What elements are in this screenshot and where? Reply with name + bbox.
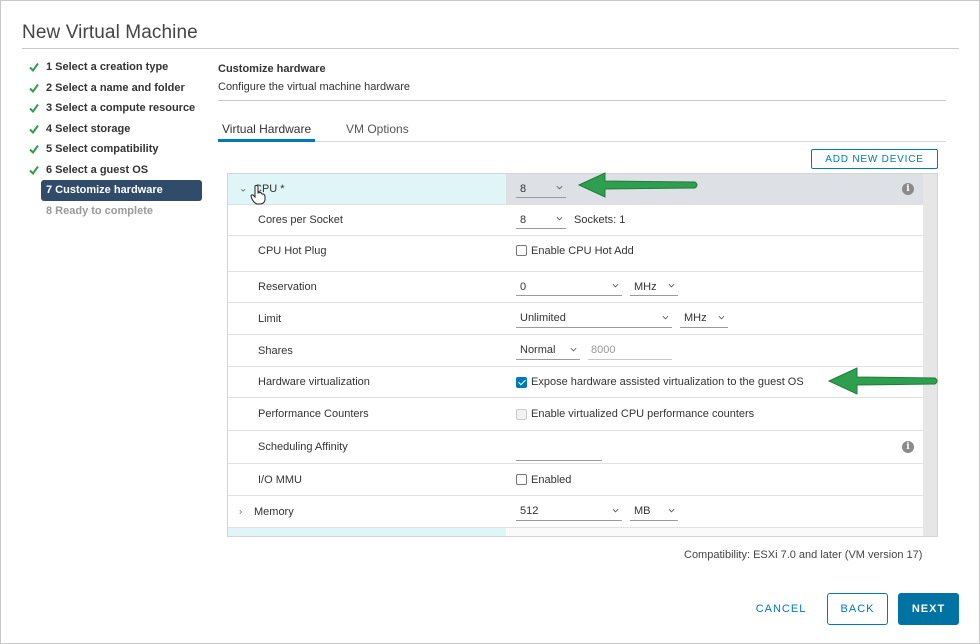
row-shares: Shares Normal 8000 (228, 335, 924, 367)
chevron-down-icon[interactable]: ⌄ (239, 184, 247, 195)
io-mmu-checkbox[interactable] (516, 474, 527, 485)
content-title: Customize hardware (218, 63, 326, 75)
sockets-readout: Sockets: 1 (574, 214, 626, 226)
step-label: 6 Select a guest OS (46, 163, 149, 176)
row-hardware-virtualization: Hardware virtualization Expose hardware … (228, 367, 924, 398)
hardware-grid: ⌄ CPU * 8 i Cores per Socket 8 Sockets: … (227, 173, 938, 537)
row-cores-per-socket: Cores per Socket 8 Sockets: 1 (228, 205, 924, 236)
perf-counters-option: Enable virtualized CPU performance count… (531, 408, 755, 420)
chevron-down-icon (662, 315, 669, 319)
chevron-down-icon (570, 347, 577, 351)
shares-select[interactable]: Normal (516, 342, 580, 360)
step-label: 5 Select compatibility (46, 143, 159, 156)
chevron-down-icon (612, 283, 619, 288)
info-icon[interactable]: i (902, 441, 914, 453)
memory-unit-select[interactable]: MB (630, 503, 678, 521)
step-label: 7 Customize hardware (46, 184, 163, 197)
add-new-device-button[interactable]: ADD NEW DEVICE (811, 149, 938, 169)
io-mmu-option: Enabled (531, 473, 572, 486)
back-button[interactable]: BACK (827, 593, 888, 625)
cpu-hot-add-checkbox[interactable] (516, 245, 527, 256)
chevron-down-icon (668, 508, 675, 512)
perf-counters-label: Performance Counters (258, 408, 369, 420)
cpu-label: CPU * (254, 183, 285, 195)
wizard-steps: 1 Select a creation type 2 Select a name… (26, 57, 204, 221)
check-icon (29, 83, 39, 93)
check-icon (29, 165, 39, 175)
step-4[interactable]: 4 Select storage (26, 119, 204, 140)
step-3[interactable]: 3 Select a compute resource (26, 98, 204, 119)
row-io-mmu: I/O MMU Enabled (228, 464, 924, 496)
step-label: 8 Ready to complete (46, 204, 153, 217)
tab-bar: Virtual Hardware VM Options (218, 119, 946, 142)
cpu-count-select[interactable]: 8 (516, 180, 566, 198)
limit-input[interactable]: Unlimited (516, 310, 672, 328)
row-limit: Limit Unlimited MHz (228, 303, 924, 335)
next-button[interactable]: NEXT (898, 593, 959, 625)
memory-input[interactable]: 512 (516, 503, 622, 521)
check-icon (29, 103, 39, 113)
perf-counters-checkbox (516, 408, 527, 420)
compatibility-text: Compatibility: ESXi 7.0 and later (VM ve… (684, 549, 923, 561)
cores-per-socket-select[interactable]: 8 (516, 211, 566, 229)
reservation-unit-select[interactable]: MHz (630, 278, 678, 296)
io-mmu-label: I/O MMU (258, 473, 302, 486)
tab-vm-options[interactable]: VM Options (342, 119, 413, 142)
tab-virtual-hardware[interactable]: Virtual Hardware (218, 119, 316, 142)
chevron-down-icon (612, 508, 619, 512)
chevron-down-icon (718, 315, 725, 319)
reservation-label: Reservation (258, 281, 317, 293)
chevron-down-icon (556, 216, 563, 221)
chevron-right-icon[interactable]: › (239, 506, 242, 517)
memory-label: Memory (254, 505, 294, 518)
shares-label: Shares (258, 344, 293, 357)
check-icon (29, 144, 39, 154)
new-vm-dialog: New Virtual Machine 1 Select a creation … (0, 0, 980, 644)
shares-amount-input[interactable]: 8000 (588, 342, 672, 360)
content-divider (218, 100, 946, 101)
step-6[interactable]: 6 Select a guest OS (26, 160, 204, 181)
grid-bottom-strip (228, 528, 924, 536)
step-label: 1 Select a creation type (46, 61, 169, 74)
cores-per-socket-label: Cores per Socket (258, 214, 343, 226)
cancel-button[interactable]: CANCEL (748, 593, 814, 625)
title-divider (22, 48, 959, 49)
grid-scrollbar[interactable] (923, 174, 937, 536)
cpu-hot-add-option: Enable CPU Hot Add (531, 245, 634, 257)
hw-virt-label: Hardware virtualization (258, 376, 370, 388)
row-cpu-hot-plug: CPU Hot Plug Enable CPU Hot Add (228, 236, 924, 272)
reservation-input[interactable]: 0 (516, 278, 622, 296)
limit-label: Limit (258, 312, 282, 325)
dialog-title: New Virtual Machine (22, 22, 198, 43)
step-1[interactable]: 1 Select a creation type (26, 57, 204, 78)
info-icon[interactable]: i (902, 183, 914, 195)
scheduling-affinity-input[interactable] (516, 443, 602, 461)
scheduling-affinity-label: Scheduling Affinity (258, 441, 348, 453)
row-reservation: Reservation 0 MHz (228, 272, 924, 303)
row-scheduling-affinity: Scheduling Affinity i (228, 431, 924, 464)
step-label: 2 Select a name and folder (46, 81, 185, 94)
step-label: 4 Select storage (46, 122, 131, 135)
row-memory[interactable]: › Memory 512 MB (228, 496, 924, 528)
step-5[interactable]: 5 Select compatibility (26, 139, 204, 160)
step-8: 8 Ready to complete (41, 201, 202, 222)
chevron-down-icon (668, 283, 675, 288)
cpu-hot-plug-label: CPU Hot Plug (258, 245, 327, 257)
expose-hv-option: Expose hardware assisted virtualization … (531, 376, 804, 388)
content-subtitle: Configure the virtual machine hardware (218, 81, 410, 93)
check-icon (29, 62, 39, 72)
step-label: 3 Select a compute resource (46, 102, 196, 115)
step-2[interactable]: 2 Select a name and folder (26, 78, 204, 99)
row-cpu[interactable]: ⌄ CPU * 8 i (228, 174, 924, 205)
chevron-down-icon (556, 185, 563, 190)
expose-hv-checkbox[interactable] (516, 376, 527, 388)
check-icon (29, 124, 39, 134)
limit-unit-select[interactable]: MHz (680, 310, 728, 328)
row-performance-counters: Performance Counters Enable virtualized … (228, 398, 924, 431)
step-7-active[interactable]: 7 Customize hardware (41, 180, 202, 201)
